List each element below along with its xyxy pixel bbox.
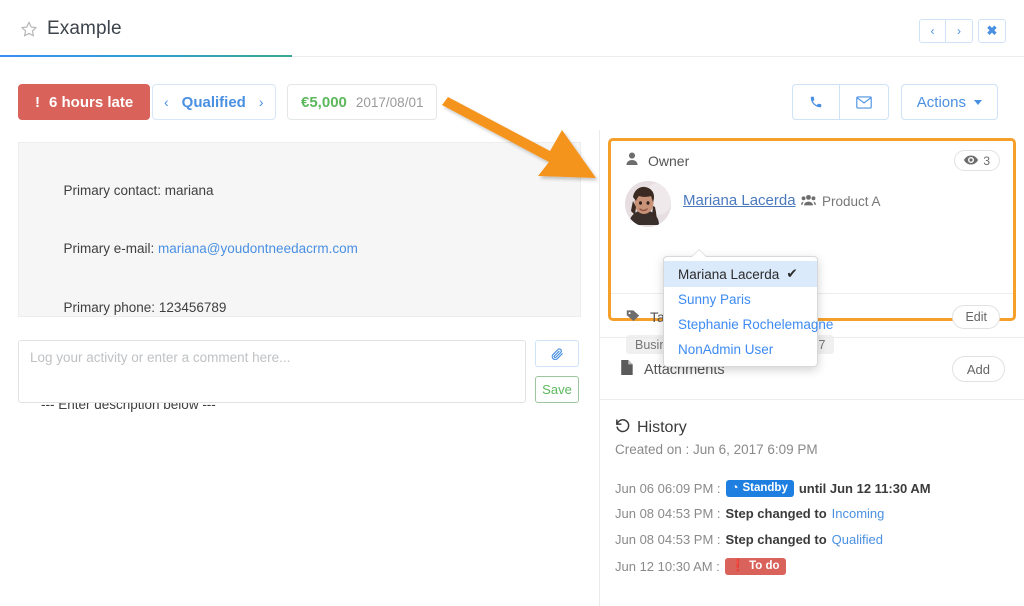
owner-heading: Owner bbox=[648, 153, 689, 169]
late-badge-label: 6 hours late bbox=[49, 94, 133, 111]
owner-name-link[interactable]: Mariana Lacerda bbox=[683, 192, 796, 209]
record-toolbar: ! 6 hours late ‹ Qualified › €5,000 2017… bbox=[0, 84, 1024, 122]
views-count-pill: 3 bbox=[954, 150, 1000, 171]
comment-composer: Save bbox=[18, 340, 579, 403]
page-header: Example ‹ › ✖ bbox=[0, 0, 1024, 56]
history-undo-icon bbox=[615, 418, 630, 438]
group-icon bbox=[801, 194, 816, 209]
history-row-text: Step changed to bbox=[726, 532, 827, 547]
owner-group-name: Product A bbox=[822, 194, 881, 209]
status-badge-label: Standby bbox=[742, 482, 787, 495]
owner-dropdown-item[interactable]: Sunny Paris bbox=[664, 287, 817, 312]
history-row-time: Jun 12 10:30 AM : bbox=[615, 559, 720, 574]
phone-icon[interactable] bbox=[792, 84, 840, 120]
contact-line-value: mariana bbox=[165, 183, 214, 198]
close-group: ✖ bbox=[978, 19, 1006, 43]
history-row-time: Jun 06 06:09 PM : bbox=[615, 481, 721, 496]
actions-button-label: Actions bbox=[917, 94, 966, 111]
history-created-on: Created on : Jun 6, 2017 6:09 PM bbox=[615, 442, 818, 457]
contact-line: Primary phone: 123456789 bbox=[41, 278, 558, 337]
add-attachment-button[interactable]: Add bbox=[952, 356, 1005, 382]
tag-icon bbox=[626, 309, 640, 325]
deal-close-date: 2017/08/01 bbox=[356, 95, 424, 110]
person-icon bbox=[626, 152, 638, 171]
prev-record-button[interactable]: ‹ bbox=[919, 19, 946, 43]
page-title: Example bbox=[47, 18, 122, 40]
history-row-link[interactable]: Qualified bbox=[832, 532, 883, 547]
next-record-button[interactable]: › bbox=[946, 19, 973, 43]
comment-input[interactable] bbox=[18, 340, 526, 403]
toolbar-actions: Actions bbox=[792, 84, 998, 120]
history-row-time: Jun 08 04:53 PM : bbox=[615, 506, 721, 521]
header-divider bbox=[292, 56, 1024, 57]
attachments-bottom-divider bbox=[600, 399, 1024, 400]
step-prev-icon[interactable]: ‹ bbox=[164, 94, 169, 110]
views-count: 3 bbox=[983, 154, 990, 168]
history-row-link[interactable]: Incoming bbox=[832, 506, 885, 521]
history-title: History bbox=[637, 419, 687, 437]
tags-edit-button[interactable]: Edit bbox=[952, 305, 1000, 329]
title-area: Example bbox=[20, 18, 122, 40]
eye-icon bbox=[964, 154, 978, 168]
history-row-text: Step changed to bbox=[726, 506, 827, 521]
document-icon bbox=[620, 360, 633, 379]
owner-dropdown-item-label: Mariana Lacerda bbox=[678, 267, 779, 282]
contact-line: Primary contact: mariana bbox=[41, 161, 558, 220]
paperclip-icon[interactable] bbox=[535, 340, 579, 367]
history-row-suffix: until Jun 12 11:30 AM bbox=[799, 481, 931, 496]
contact-actions-group bbox=[792, 84, 889, 120]
owner-dropdown-item[interactable]: NonAdmin User bbox=[664, 337, 817, 362]
envelope-icon[interactable] bbox=[840, 84, 889, 120]
owner-group: Product A bbox=[801, 194, 881, 209]
status-badge-standby: ◔ Standby bbox=[726, 480, 794, 497]
deal-amount-value: €5,000 bbox=[301, 94, 347, 111]
left-column: Primary contact: mariana Primary e-mail:… bbox=[0, 130, 599, 606]
save-comment-button[interactable]: Save bbox=[535, 376, 579, 403]
step-selector: ‹ Qualified › bbox=[152, 84, 276, 120]
exclamation-icon: ! bbox=[35, 94, 40, 111]
status-badge-todo: ❗ To do bbox=[725, 558, 786, 575]
step-next-icon[interactable]: › bbox=[259, 94, 264, 110]
history-row: Jun 08 04:53 PM : Step changed to Incomi… bbox=[615, 506, 884, 521]
chevron-down-icon bbox=[974, 100, 982, 105]
primary-email-link[interactable]: mariana@youdontneedacrm.com bbox=[158, 241, 358, 256]
history-row: Jun 08 04:53 PM : Step changed to Qualif… bbox=[615, 532, 883, 547]
alert-icon: ❗ bbox=[731, 560, 745, 573]
active-tab-underline bbox=[0, 55, 292, 57]
close-icon[interactable]: ✖ bbox=[978, 19, 1006, 43]
record-nav-group: ‹ › bbox=[919, 19, 973, 43]
contact-line-label: Primary e-mail: bbox=[64, 241, 159, 256]
contact-details-card: Primary contact: mariana Primary e-mail:… bbox=[18, 142, 581, 317]
step-label[interactable]: Qualified bbox=[182, 94, 246, 111]
contact-line-value: 123456789 bbox=[159, 300, 227, 315]
deal-amount-box[interactable]: €5,000 2017/08/01 bbox=[287, 84, 437, 120]
owner-dropdown-item[interactable]: Mariana Lacerda ✔ bbox=[664, 261, 817, 287]
owner-panel-highlighted: Owner 3 bbox=[608, 138, 1016, 321]
history-row: Jun 06 06:09 PM : ◔ Standby until Jun 12… bbox=[615, 480, 931, 497]
status-badge-late[interactable]: ! 6 hours late bbox=[18, 84, 150, 120]
avatar[interactable] bbox=[625, 181, 671, 227]
actions-button[interactable]: Actions bbox=[901, 84, 998, 120]
comment-actions: Save bbox=[535, 340, 579, 403]
history-row: Jun 12 10:30 AM : ❗ To do bbox=[615, 558, 786, 575]
right-column: Owner 3 bbox=[600, 130, 1024, 606]
check-icon: ✔ bbox=[786, 266, 797, 282]
clock-icon: ◔ bbox=[732, 482, 739, 495]
contact-line-label: Primary contact: bbox=[64, 183, 165, 198]
history-row-time: Jun 08 04:53 PM : bbox=[615, 532, 721, 547]
status-badge-label: To do bbox=[749, 560, 779, 573]
history-title-group: History bbox=[615, 418, 687, 438]
owner-dropdown-item[interactable]: Stephanie Rochelemagne bbox=[664, 312, 817, 337]
star-outline-icon[interactable] bbox=[20, 20, 38, 38]
contact-line: Primary e-mail: mariana@youdontneedacrm.… bbox=[41, 220, 558, 279]
owner-dropdown-menu: Mariana Lacerda ✔ Sunny Paris Stephanie … bbox=[663, 256, 818, 367]
contact-line-label: Primary phone: bbox=[64, 300, 159, 315]
owner-header: Owner 3 bbox=[611, 141, 1013, 181]
